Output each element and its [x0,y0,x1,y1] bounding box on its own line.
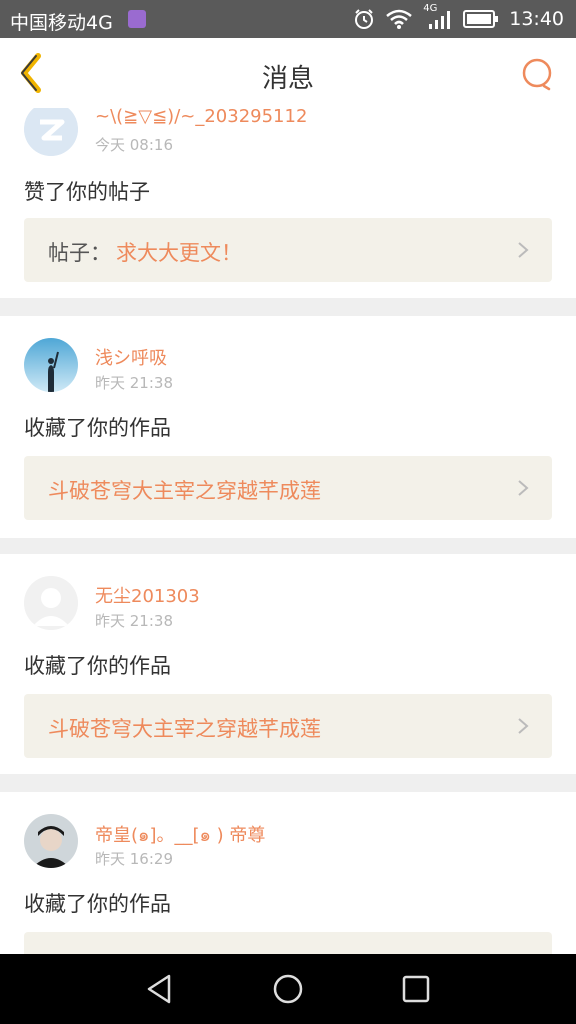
ref-title: 求大大更文！ [116,241,242,265]
avatar[interactable] [24,576,78,630]
battery-icon [463,10,499,28]
header: 消息 [0,38,576,109]
message-list[interactable]: ~\(≧▽≦)/~_203295112 今天 08:16 赞了你的帖子 帖子： … [0,108,576,954]
system-nav-bar [0,954,576,1024]
ref-title: 斗破苍穹大主宰之穿越芊成莲 [48,717,321,741]
timestamp: 昨天 21:38 [95,612,173,630]
referenced-work[interactable]: 斗破苍穹大主宰之穿越芊成莲 [24,694,552,758]
clock: 13:40 [509,8,564,30]
chevron-right-icon [518,242,529,258]
page-title: 消息 [261,64,314,94]
alarm-icon [355,9,374,29]
referenced-post[interactable]: 帖子： 求大大更文！ [24,218,552,282]
signal-icon: 4G [423,3,453,31]
action-text: 收藏了你的作品 [24,416,171,440]
message-card[interactable]: ~\(≧▽≦)/~_203295112 今天 08:16 赞了你的帖子 帖子： … [0,108,576,298]
status-bar: 中国移动4G 4G 13:40 [0,0,576,38]
message-card[interactable]: 帝皇(๑]。__[๑ ) 帝尊 昨天 16:29 收藏了你的作品 [0,792,576,954]
referenced-work[interactable] [24,932,552,954]
username[interactable]: ~\(≧▽≦)/~_203295112 [95,108,307,127]
timestamp: 今天 08:16 [95,136,173,154]
referenced-work[interactable]: 斗破苍穹大主宰之穿越芊成莲 [24,456,552,520]
status-icons: 4G 13:40 [353,3,564,31]
chevron-right-icon [518,718,529,734]
action-text: 收藏了你的作品 [24,892,171,916]
avatar[interactable] [24,338,78,392]
avatar[interactable] [24,814,78,868]
photo-avatar-icon [24,814,78,868]
ref-title: 斗破苍穹大主宰之穿越芊成莲 [48,479,321,503]
action-text: 收藏了你的作品 [24,654,171,678]
search-icon[interactable] [520,56,556,92]
photo-avatar-icon [24,338,78,392]
home-circle-icon[interactable] [271,972,305,1006]
username[interactable]: 浅シ呼吸 [95,344,167,370]
timestamp: 昨天 16:29 [95,850,173,868]
username[interactable]: 无尘201303 [95,582,200,608]
message-card[interactable]: 无尘201303 昨天 21:38 收藏了你的作品 斗破苍穹大主宰之穿越芊成莲 [0,554,576,774]
recents-square-icon[interactable] [399,972,433,1006]
message-card[interactable]: 浅シ呼吸 昨天 21:38 收藏了你的作品 斗破苍穹大主宰之穿越芊成莲 [0,316,576,538]
timestamp: 昨天 21:38 [95,374,173,392]
carrier-label: 中国移动4G [10,12,113,34]
ref-label: 帖子： [48,241,111,265]
wifi-icon [386,9,413,29]
notification-badge-icon [128,10,146,28]
back-triangle-icon[interactable] [143,972,177,1006]
avatar[interactable] [24,108,78,156]
qq-avatar-icon [24,108,78,156]
action-text: 赞了你的帖子 [24,180,150,204]
chevron-right-icon [518,480,529,496]
default-avatar-icon [24,576,78,630]
username[interactable]: 帝皇(๑]。__[๑ ) 帝尊 [95,820,265,849]
